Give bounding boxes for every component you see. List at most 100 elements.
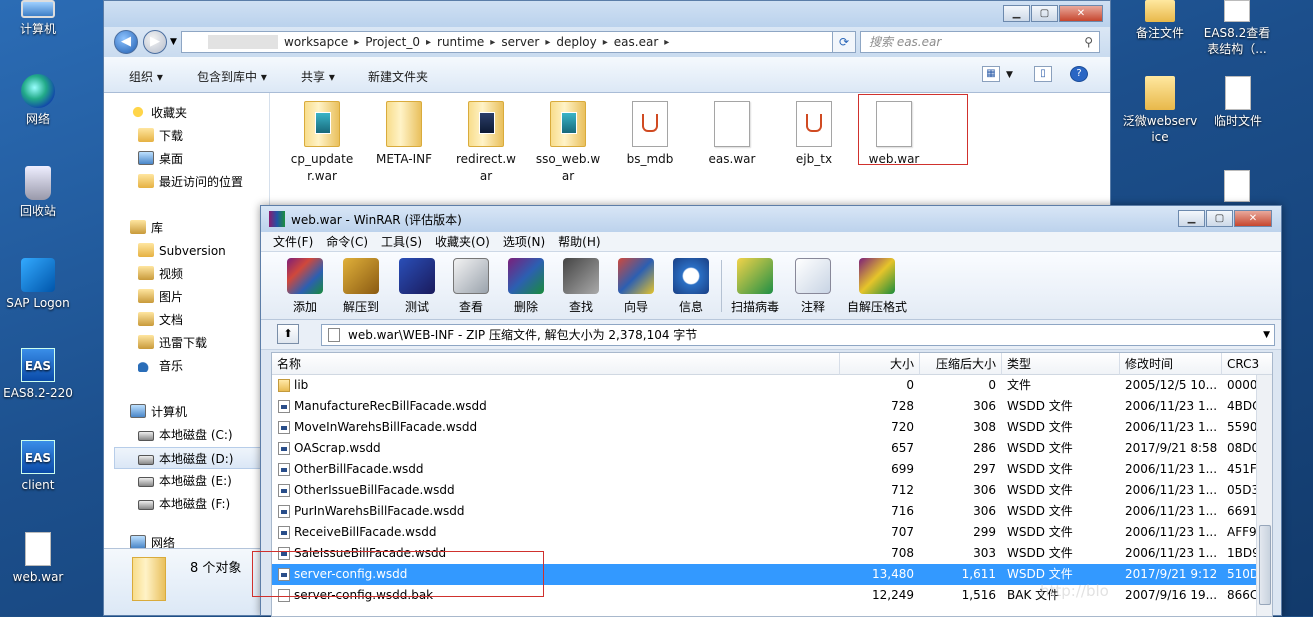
cell-packed: 297	[973, 462, 996, 476]
chevron-right-icon[interactable]: ▸	[664, 37, 669, 48]
file-icon[interactable]	[1224, 170, 1250, 202]
up-folder-icon[interactable]: ⬆	[277, 324, 299, 344]
desktop-icon-client[interactable]: EAS client	[0, 440, 76, 493]
new-folder-button[interactable]: 新建文件夹	[368, 68, 428, 85]
menu-file[interactable]: 文件(F)	[273, 233, 313, 250]
desktop-icon-web-war[interactable]: web.war	[0, 532, 76, 585]
file-item[interactable]: sso_web.w ar	[523, 101, 613, 185]
file-item[interactable]: cp_update r.war	[277, 101, 367, 185]
breadcrumb-item[interactable]: server	[501, 35, 539, 49]
file-item[interactable]: bs_mdb	[605, 101, 695, 168]
preview-pane-icon[interactable]: ▯	[1034, 66, 1052, 82]
close-button[interactable]: ✕	[1234, 210, 1272, 227]
find-icon	[563, 258, 599, 294]
refresh-button[interactable]: ⟳	[832, 31, 856, 53]
menu-help[interactable]: 帮助(H)	[558, 233, 600, 250]
table-row[interactable]: lib 0 0 文件 2005/12/5 10... 00000	[272, 375, 1265, 396]
table-row[interactable]: MoveInWarehsBillFacade.wsdd 720 308 WSDD 文件…	[272, 417, 1265, 438]
desktop-icon-weaver-webservice[interactable]: 泛微webservice	[1122, 76, 1198, 145]
desktop-icon-recycle-bin[interactable]: 回收站	[0, 166, 76, 219]
desktop-icon-sap-logon[interactable]: SAP Logon	[0, 258, 76, 311]
table-row[interactable]: PurInWarehsBillFacade.wsdd 716 306 WSDD 文件 2…	[272, 501, 1265, 522]
sfx-button[interactable]: 自解压格式	[843, 258, 911, 315]
table-row[interactable]: OAScrap.wsdd 657 286 WSDD 文件 2017/9/21 8:58 0…	[272, 438, 1263, 459]
include-in-library-button[interactable]: 包含到库中 ▾	[197, 68, 267, 85]
wizard-button[interactable]: 向导	[614, 258, 658, 315]
cell-modified: 2006/11/23 1...	[1125, 546, 1218, 560]
column-header-type[interactable]: 类型	[1002, 353, 1120, 375]
help-icon[interactable]: ?	[1070, 66, 1088, 82]
desktop-icon-network[interactable]: 网络	[0, 74, 76, 127]
info-icon	[673, 258, 709, 294]
chevron-right-icon[interactable]: ▸	[490, 37, 495, 48]
chevron-down-icon[interactable]: ▼	[1263, 325, 1270, 345]
find-button[interactable]: 查找	[559, 258, 603, 315]
chevron-right-icon[interactable]: ▸	[426, 37, 431, 48]
column-header-size[interactable]: 大小	[840, 353, 920, 375]
file-item[interactable]: ejb_tx	[769, 101, 859, 168]
share-button[interactable]: 共享 ▾	[301, 68, 335, 85]
file-item[interactable]: redirect.w ar	[441, 101, 531, 185]
forward-button[interactable]: ▶	[143, 30, 167, 54]
view-button[interactable]: 查看	[449, 258, 493, 315]
back-button[interactable]: ◀	[114, 30, 138, 54]
nav-item-disk-d[interactable]: 本地磁盘 (D:)	[114, 447, 268, 469]
cell-packed: 306	[973, 483, 996, 497]
comment-button[interactable]: 注释	[791, 258, 835, 315]
explorer-title-bar[interactable]: ▁ ▢ ✕	[104, 1, 1110, 29]
desktop-icon-eas[interactable]: EAS EAS8.2-220	[0, 348, 76, 401]
table-row[interactable]: ReceiveBillFacade.wsdd 707 299 WSDD 文件 2006/…	[272, 522, 1265, 543]
address-bar[interactable]: worksapce ▸ Project_0 ▸ runtime ▸ server ▸ d…	[181, 31, 852, 53]
vertical-scrollbar[interactable]	[1256, 375, 1272, 616]
column-header-packed[interactable]: 压缩后大小	[920, 353, 1002, 375]
file-icon	[278, 526, 290, 539]
table-row[interactable]: ManufactureRecBillFacade.wsdd 728 306 WSDD …	[272, 396, 1261, 417]
desktop-icon-eas-table-structure[interactable]: EAS8.2查看表结构（...	[1200, 0, 1274, 57]
archive-path-box[interactable]: web.war\WEB-INF - ZIP 压缩文件, 解包大小为 2,378,…	[321, 324, 1275, 346]
info-button[interactable]: 信息	[669, 258, 713, 315]
maximize-button[interactable]: ▢	[1206, 210, 1233, 227]
extract-to-button[interactable]: 解压到	[337, 258, 385, 315]
file-item[interactable]: META-INF	[359, 101, 449, 168]
documents-icon	[138, 312, 154, 326]
breadcrumb-item[interactable]: deploy	[556, 35, 596, 49]
desktop-icon-temp-files[interactable]: 临时文件	[1200, 76, 1276, 129]
file-item[interactable]: eas.war	[687, 101, 777, 168]
delete-button[interactable]: 删除	[504, 258, 548, 315]
menu-favorites[interactable]: 收藏夹(O)	[435, 233, 490, 250]
close-button[interactable]: ✕	[1059, 5, 1103, 22]
chevron-right-icon[interactable]: ▸	[545, 37, 550, 48]
virus-scan-button[interactable]: 扫描病毒	[727, 258, 783, 315]
eas-icon: EAS	[21, 348, 55, 382]
chevron-right-icon[interactable]: ▸	[603, 37, 608, 48]
file-icon	[278, 505, 290, 518]
desktop-icon-notes-folder[interactable]: 备注文件	[1122, 0, 1198, 41]
breadcrumb-item[interactable]: worksapce	[284, 35, 348, 49]
chevron-right-icon[interactable]: ▸	[354, 37, 359, 48]
menu-options[interactable]: 选项(N)	[503, 233, 545, 250]
menu-tools[interactable]: 工具(S)	[381, 233, 422, 250]
minimize-button[interactable]: ▁	[1003, 5, 1030, 22]
breadcrumb-item[interactable]: Project_0	[365, 35, 420, 49]
column-header-modified[interactable]: 修改时间	[1120, 353, 1222, 375]
nav-item-favorites[interactable]: 收藏夹	[130, 102, 290, 124]
test-button[interactable]: 测试	[395, 258, 439, 315]
minimize-button[interactable]: ▁	[1178, 210, 1205, 227]
add-button[interactable]: 添加	[283, 258, 327, 315]
recent-pages-chevron-icon[interactable]: ▼	[170, 37, 177, 47]
chevron-down-icon[interactable]: ▼	[1006, 70, 1013, 80]
search-input[interactable]: 搜索 eas.ear ⚲	[860, 31, 1100, 53]
column-header-crc[interactable]: CRC3	[1222, 353, 1272, 375]
view-options-icon[interactable]: ▦	[982, 66, 1000, 82]
organize-button[interactable]: 组织 ▾	[129, 68, 163, 85]
maximize-button[interactable]: ▢	[1031, 5, 1058, 22]
breadcrumb-item[interactable]: eas.ear	[614, 35, 658, 49]
winrar-title-bar[interactable]: web.war - WinRAR (评估版本) ▁ ▢ ✕	[261, 206, 1281, 232]
desktop-icon-computer[interactable]: 计算机	[0, 0, 76, 37]
menu-commands[interactable]: 命令(C)	[326, 233, 368, 250]
table-row[interactable]: OtherBillFacade.wsdd 699 297 WSDD 文件 2006/11…	[272, 459, 1264, 480]
recent-places-icon	[138, 174, 154, 188]
table-row[interactable]: OtherIssueBillFacade.wsdd 712 306 WSDD 文件 20…	[272, 480, 1263, 501]
breadcrumb-item[interactable]: runtime	[437, 35, 484, 49]
scrollbar-thumb[interactable]	[1259, 525, 1271, 605]
